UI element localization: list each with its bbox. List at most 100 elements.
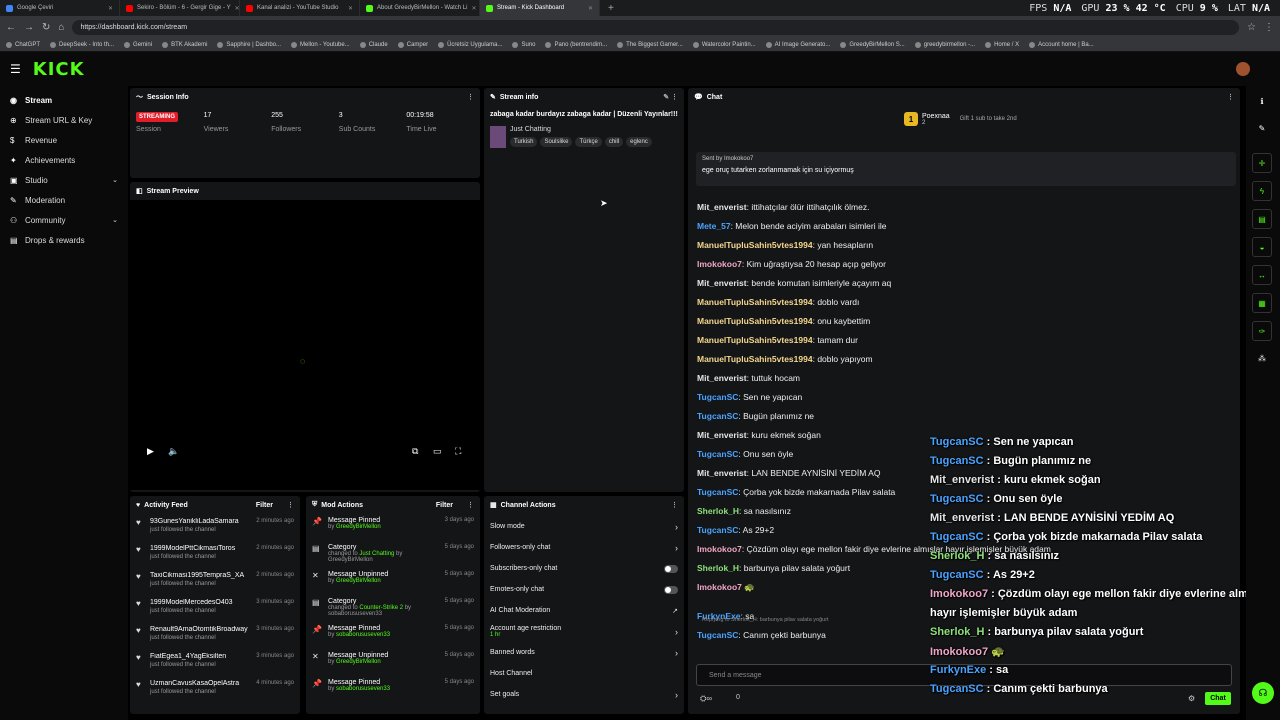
more-icon[interactable]: ⋮ <box>1227 93 1234 101</box>
support-chat-icon[interactable]: ☊ <box>1252 682 1274 704</box>
reload-icon[interactable]: ↻ <box>42 22 50 33</box>
pencil-icon[interactable]: ✎ <box>1252 118 1272 138</box>
sidebar-item-stream-url-key[interactable]: ⊕ Stream URL & Key <box>0 110 128 130</box>
chat-username[interactable]: TugcanSC <box>697 411 738 421</box>
chevron-right-icon[interactable]: › <box>675 690 678 700</box>
chat-username[interactable]: Mete_57 <box>697 221 731 231</box>
chat-username[interactable]: TugcanSC <box>697 392 738 402</box>
chat-username[interactable]: Mit_enverist <box>697 468 747 478</box>
tool-link-icon[interactable]: ↔ <box>1252 265 1272 285</box>
bookmark-item[interactable]: Sapphire | Dashbo... <box>217 41 281 48</box>
pip-icon[interactable]: ⧉ <box>412 446 418 457</box>
mod-action-target[interactable]: GreedyBirMellon <box>336 659 381 665</box>
chat-username[interactable]: Sherlok_H <box>697 563 739 573</box>
browser-tab[interactable]: Sekiro - Bölüm - 6 - Gergir Gige - Y ✕ <box>120 0 240 16</box>
chat-settings-icon[interactable]: ⚙ <box>1188 694 1195 703</box>
browser-tab[interactable]: Stream - Kick Dashboard ✕ <box>480 0 600 16</box>
stream-tag[interactable]: Türkçe <box>575 137 602 147</box>
channel-action-set-goals[interactable]: Set goals › <box>484 684 684 705</box>
chevron-right-icon[interactable]: › <box>675 627 678 637</box>
back-icon[interactable]: ← <box>6 22 16 33</box>
more-icon[interactable]: ⋮ <box>467 93 474 101</box>
tool-doc-icon[interactable]: ▤ <box>1252 209 1272 229</box>
chat-username[interactable]: ManuelTupluSahin5vtes1994 <box>697 297 813 307</box>
bookmark-item[interactable]: Camper <box>397 41 428 48</box>
chat-username[interactable]: TugcanSC <box>697 487 738 497</box>
new-tab-icon[interactable]: + <box>600 3 622 14</box>
mod-filter-button[interactable]: Filter <box>436 502 453 509</box>
chat-username[interactable]: ManuelTupluSahin5vtes1994 <box>697 335 813 345</box>
toggle-switch[interactable] <box>664 585 678 594</box>
follower-name[interactable]: FiatEgea1_4YagEksilten <box>150 653 250 660</box>
theater-icon[interactable]: ▭ <box>433 446 442 457</box>
chevron-right-icon[interactable]: › <box>675 543 678 553</box>
channel-action-account-age-restriction[interactable]: Account age restriction 1 hr › <box>484 621 684 642</box>
chat-username[interactable]: TugcanSC <box>697 449 738 459</box>
channel-action-followers-only-chat[interactable]: Followers-only chat › <box>484 537 684 558</box>
more-icon[interactable]: ⋮ <box>287 501 294 509</box>
volume-icon[interactable]: 🔈 <box>168 446 179 457</box>
bookmark-item[interactable]: Ücretsiz Uygulama... <box>438 41 502 48</box>
chat-username[interactable]: TugcanSC <box>697 525 738 535</box>
external-link-icon[interactable]: ↗ <box>672 607 678 615</box>
browser-tab[interactable]: Kanal analizi - YouTube Studio ✕ <box>240 0 360 16</box>
channel-action-subscribers-only-chat[interactable]: Subscribers-only chat <box>484 558 684 579</box>
bookmark-item[interactable]: Account home | Ba... <box>1029 41 1094 48</box>
forward-icon[interactable]: → <box>24 22 34 33</box>
browser-tab[interactable]: About GreedyBirMellon - Watch Li ✕ <box>360 0 480 16</box>
chat-username[interactable]: ManuelTupluSahin5vtes1994 <box>697 316 813 326</box>
mod-action-target[interactable]: sobaborususeven33 <box>336 686 390 692</box>
tab-close-icon[interactable]: ✕ <box>471 5 476 12</box>
sidebar-item-community[interactable]: ⚇ Community ⌄ <box>0 210 128 230</box>
url-input[interactable]: https://dashboard.kick.com/stream <box>72 19 1240 35</box>
send-chat-button[interactable]: Chat <box>1205 692 1231 705</box>
follower-name[interactable]: 1999ModelPttCikmasiToros <box>150 545 250 552</box>
stream-tag[interactable]: Turkish <box>510 137 538 147</box>
gift-prompt[interactable]: Gift 1 sub to take 2nd <box>960 116 1017 122</box>
channel-action-host-channel[interactable]: Host Channel <box>484 663 684 684</box>
play-icon[interactable]: ▶ <box>147 446 154 457</box>
more-icon[interactable]: ⋮ <box>671 501 678 509</box>
tool-apps-icon[interactable]: ⁂ <box>1252 348 1272 368</box>
chat-username[interactable]: Mit_enverist <box>697 430 747 440</box>
chat-username[interactable]: TugcanSC <box>697 630 738 640</box>
sidebar-item-revenue[interactable]: $ Revenue <box>0 130 128 150</box>
video-player[interactable]: ◌ ▶ 🔈 ⧉ ▭ ⛶ <box>130 200 480 490</box>
bookmark-item[interactable]: GreedyBirMellon S... <box>840 41 905 48</box>
top-gifter[interactable]: 1 Poexnaa 2 Gift 1 sub to take 2nd <box>904 112 1017 126</box>
channel-action-ai-chat-moderation[interactable]: AI Chat Moderation ↗ <box>484 600 684 621</box>
bookmark-item[interactable]: BTK Akademi <box>162 41 207 48</box>
bookmark-item[interactable]: Watercolor Paintin... <box>692 41 756 48</box>
tab-close-icon[interactable]: ✕ <box>348 5 353 12</box>
mod-action-target[interactable]: GreedyBirMellon <box>336 524 381 530</box>
channel-action-emotes-only-chat[interactable]: Emotes-only chat <box>484 579 684 600</box>
chevron-down-icon[interactable]: ⌄ <box>112 176 118 184</box>
bookmark-item[interactable]: ChatGPT <box>6 41 40 48</box>
sidebar-item-stream[interactable]: ◉ Stream <box>0 90 128 110</box>
chevron-down-icon[interactable]: ⌄ <box>112 216 118 224</box>
follower-name[interactable]: TaxiCikmasi1995TempraS_XA <box>150 572 250 579</box>
follower-name[interactable]: 93GunesYanikliLadaSamara <box>150 518 250 525</box>
browser-tab[interactable]: Google Çeviri ✕ <box>0 0 120 16</box>
extensions-icon[interactable]: ⋮ <box>1264 22 1274 33</box>
fullscreen-icon[interactable]: ⛶ <box>455 446 461 457</box>
chat-username[interactable]: Mit_enverist <box>697 202 747 212</box>
tool-wrench-icon[interactable]: ✑ <box>1252 321 1272 341</box>
tool-chat-icon[interactable]: ◒ <box>1252 237 1272 257</box>
sidebar-item-studio[interactable]: ▣ Studio ⌄ <box>0 170 128 190</box>
tab-close-icon[interactable]: ✕ <box>108 5 113 12</box>
channel-action-banned-words[interactable]: Banned words › <box>484 642 684 663</box>
bookmark-item[interactable]: DeepSeek - Into th... <box>50 41 114 48</box>
bookmark-item[interactable]: Claude <box>359 41 388 48</box>
bookmark-item[interactable]: Suno <box>512 41 535 48</box>
follower-name[interactable]: Renault9AmaOtomtikBroadway <box>150 626 250 633</box>
tab-close-icon[interactable]: ✕ <box>588 5 593 12</box>
info-icon[interactable]: ℹ <box>1252 91 1272 111</box>
channel-action-slow-mode[interactable]: Slow mode › <box>484 516 684 537</box>
bookmark-item[interactable]: Gemini <box>124 41 152 48</box>
chat-username[interactable]: ManuelTupluSahin5vtes1994 <box>697 354 813 364</box>
menu-icon[interactable]: ☰ <box>10 62 21 76</box>
bookmark-item[interactable]: AI Image Generato... <box>765 41 830 48</box>
chat-username[interactable]: Sherlok_H <box>697 506 739 516</box>
chat-username[interactable]: Imokokoo7 <box>697 582 742 592</box>
